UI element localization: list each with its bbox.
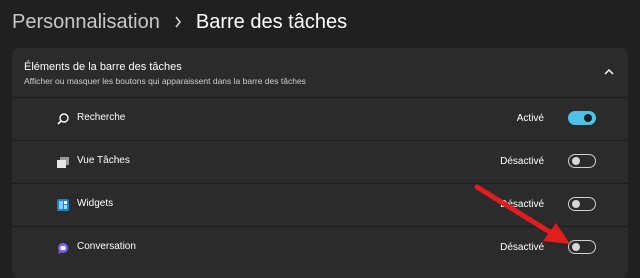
toggle-status-text: Activé	[516, 113, 544, 124]
toggle-status-text: Désactivé	[500, 242, 544, 253]
section-header[interactable]: Éléments de la barre des tâches Afficher…	[12, 48, 628, 98]
setting-row-task-view: Vue Tâches Désactivé	[12, 140, 628, 183]
setting-row-search: Recherche Activé	[12, 97, 628, 140]
chevron-right-icon	[174, 16, 182, 28]
toggle-knob	[584, 114, 592, 122]
toggle-knob	[572, 157, 580, 165]
taskbar-items-panel: Éléments de la barre des tâches Afficher…	[12, 48, 628, 278]
breadcrumb-parent-link[interactable]: Personnalisation	[12, 11, 160, 34]
search-toggle[interactable]	[568, 111, 596, 125]
setting-row-widgets: Widgets Désactivé	[12, 183, 628, 226]
toggle-knob	[572, 200, 580, 208]
widgets-toggle[interactable]	[568, 197, 596, 211]
task-view-icon	[56, 155, 70, 169]
setting-label: Conversation	[77, 241, 136, 252]
toggle-status-text: Désactivé	[500, 156, 544, 167]
chat-toggle[interactable]	[568, 240, 596, 254]
setting-label: Vue Tâches	[77, 155, 130, 166]
chevron-up-icon[interactable]	[602, 65, 616, 79]
widgets-icon	[56, 198, 70, 212]
setting-label: Recherche	[77, 112, 126, 123]
chat-icon	[56, 241, 70, 255]
page-title: Barre des tâches	[195, 10, 348, 33]
search-icon	[56, 112, 70, 126]
section-title: Éléments de la barre des tâches	[24, 61, 182, 73]
section-description: Afficher ou masquer les boutons qui appa…	[24, 76, 306, 86]
setting-row-chat: Conversation Désactivé	[12, 226, 628, 269]
setting-label: Widgets	[77, 198, 114, 209]
toggle-status-text: Désactivé	[500, 199, 544, 210]
breadcrumb: Personnalisation Barre des tâches	[12, 6, 347, 38]
task-view-toggle[interactable]	[568, 154, 596, 168]
toggle-knob	[572, 243, 580, 251]
